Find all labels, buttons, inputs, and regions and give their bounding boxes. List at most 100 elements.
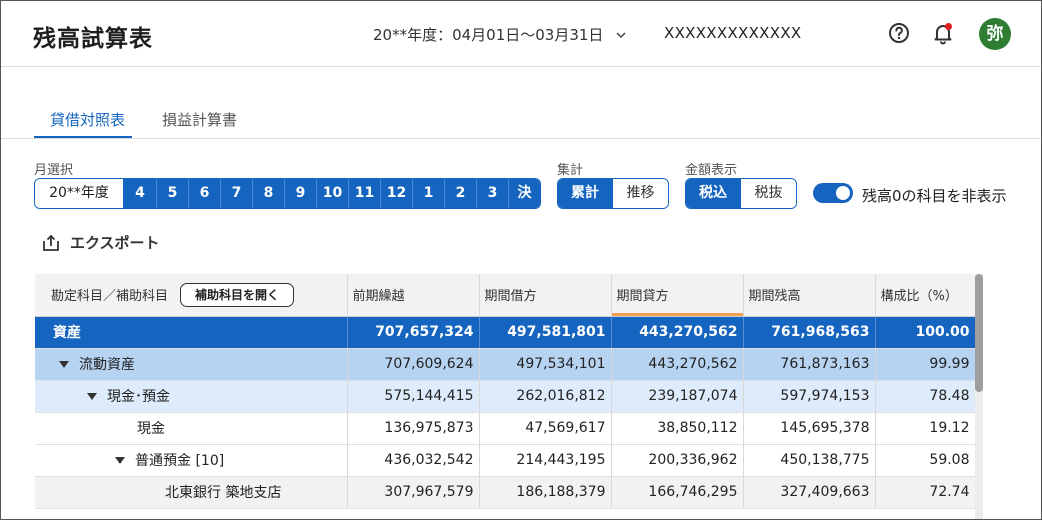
month-button-closing[interactable]: 決: [508, 179, 540, 208]
scrollbar-thumb[interactable]: [975, 274, 983, 392]
cell-debit: 214,443,195: [479, 444, 612, 477]
cell-opening: 707,657,324: [347, 316, 480, 349]
cell-credit: 443,270,562: [611, 316, 744, 349]
avatar[interactable]: 弥: [979, 18, 1011, 50]
chevron-down-icon: [616, 31, 626, 38]
month-button-10[interactable]: 10: [316, 179, 348, 208]
cell-balance: 327,409,663: [743, 476, 876, 509]
account-name: 現金: [35, 412, 348, 445]
month-button-4[interactable]: 4: [124, 179, 156, 208]
collapse-triangle-icon[interactable]: [115, 456, 125, 464]
table-row[interactable]: 資産 707,657,324 497,581,801 443,270,562 7…: [35, 316, 976, 349]
cell-ratio: 72.74: [875, 476, 976, 509]
table-row[interactable]: 北東銀行 築地支店 307,967,579 186,188,379 166,74…: [35, 476, 976, 509]
month-button-3[interactable]: 3: [476, 179, 508, 208]
cell-credit: 200,336,962: [611, 444, 744, 477]
column-header-balance[interactable]: 期間残高: [743, 274, 876, 317]
account-name: 流動資産: [79, 357, 135, 373]
fiscal-year-button[interactable]: 20**年度: [35, 179, 124, 208]
column-header-opening[interactable]: 前期繰越: [347, 274, 480, 317]
cell-ratio: 78.48: [875, 380, 976, 413]
cell-ratio: 59.08: [875, 444, 976, 477]
amount-display-toggle: 税込 税抜: [685, 178, 797, 209]
export-button[interactable]: エクスポート: [41, 232, 160, 253]
trend-button[interactable]: 推移: [612, 179, 668, 208]
help-icon[interactable]: [887, 21, 911, 45]
month-selector: 20**年度 4 5 6 7 8 9 10 11 12 1 2 3 決: [34, 178, 541, 209]
aggregate-label: 集計: [557, 163, 584, 178]
hide-zero-switch[interactable]: [813, 183, 853, 203]
cell-balance: 597,974,153: [743, 380, 876, 413]
table-row[interactable]: 普通預金 [10] 436,032,542 214,443,195 200,33…: [35, 444, 976, 477]
month-button-11[interactable]: 11: [348, 179, 380, 208]
period-label: 20**年度：04月01日〜03月31日: [373, 26, 604, 44]
table-row[interactable]: 流動資産 707,609,624 497,534,101 443,270,562…: [35, 348, 976, 381]
app-window: 残高試算表 20**年度：04月01日〜03月31日 XXXXXXXXXXXXX…: [0, 0, 1042, 520]
collapse-triangle-icon[interactable]: [59, 360, 69, 368]
month-button-5[interactable]: 5: [156, 179, 188, 208]
switch-knob: [836, 186, 850, 200]
account-column-label: 勘定科目／補助科目: [51, 289, 169, 305]
cumulative-button[interactable]: 累計: [558, 179, 612, 208]
table-header-row: 勘定科目／補助科目 補助科目を開く 前期繰越 期間借方 期間貸方 期間残高 構成…: [35, 274, 976, 317]
hide-zero-label: 残高0の科目を非表示: [862, 187, 1007, 205]
month-button-6[interactable]: 6: [188, 179, 220, 208]
account-name: 普通預金 [10]: [135, 453, 225, 469]
cell-opening: 436,032,542: [347, 444, 480, 477]
tax-excluded-button[interactable]: 税抜: [740, 179, 796, 208]
export-label: エクスポート: [70, 234, 160, 252]
company-name[interactable]: XXXXXXXXXXXXX: [664, 24, 802, 42]
month-button-1[interactable]: 1: [412, 179, 444, 208]
collapse-triangle-icon[interactable]: [87, 392, 97, 400]
cell-credit: 166,746,295: [611, 476, 744, 509]
month-select-label: 月選択: [34, 163, 74, 178]
column-header-ratio[interactable]: 構成比（%）: [875, 274, 976, 317]
tab-income-statement[interactable]: 損益計算書: [162, 109, 237, 140]
table-row[interactable]: 現金･預金 575,144,415 262,016,812 239,187,07…: [35, 380, 976, 413]
account-name-cell: 普通預金 [10]: [35, 444, 348, 477]
cell-debit: 497,534,101: [479, 348, 612, 381]
cell-debit: 47,569,617: [479, 412, 612, 445]
cell-credit: 443,270,562: [611, 348, 744, 381]
month-button-12[interactable]: 12: [380, 179, 412, 208]
cell-opening: 307,967,579: [347, 476, 480, 509]
account-name: 北東銀行 築地支店: [35, 476, 348, 509]
account-column-header: 勘定科目／補助科目 補助科目を開く: [35, 274, 348, 317]
column-header-credit[interactable]: 期間貸方: [611, 274, 744, 317]
cell-debit: 497,581,801: [479, 316, 612, 349]
account-name-cell: 現金･預金: [35, 380, 348, 413]
report-tabs: 貸借対照表 損益計算書: [1, 101, 1041, 139]
aggregate-toggle: 累計 推移: [557, 178, 669, 209]
cell-opening: 136,975,873: [347, 412, 480, 445]
account-name: 現金･預金: [107, 389, 170, 405]
cell-ratio: 99.99: [875, 348, 976, 381]
trial-balance-table: 勘定科目／補助科目 補助科目を開く 前期繰越 期間借方 期間貸方 期間残高 構成…: [35, 274, 976, 509]
cell-ratio: 100.00: [875, 316, 976, 349]
cell-credit: 38,850,112: [611, 412, 744, 445]
active-tab-indicator: [34, 136, 132, 138]
month-button-7[interactable]: 7: [220, 179, 252, 208]
cell-opening: 575,144,415: [347, 380, 480, 413]
cell-credit: 239,187,074: [611, 380, 744, 413]
export-icon: [43, 234, 59, 251]
tax-included-button[interactable]: 税込: [686, 179, 740, 208]
account-name: 資産: [35, 316, 348, 349]
app-header: 残高試算表 20**年度：04月01日〜03月31日 XXXXXXXXXXXXX…: [1, 1, 1041, 67]
cell-debit: 262,016,812: [479, 380, 612, 413]
cell-balance: 761,968,563: [743, 316, 876, 349]
cell-balance: 761,873,163: [743, 348, 876, 381]
open-sub-accounts-button[interactable]: 補助科目を開く: [180, 282, 295, 307]
page-title: 残高試算表: [33, 26, 153, 52]
cell-balance: 145,695,378: [743, 412, 876, 445]
cell-ratio: 19.12: [875, 412, 976, 445]
account-name-cell: 流動資産: [35, 348, 348, 381]
column-header-debit[interactable]: 期間借方: [479, 274, 612, 317]
table-scrollbar[interactable]: [975, 274, 983, 519]
table-row[interactable]: 現金 136,975,873 47,569,617 38,850,112 145…: [35, 412, 976, 445]
cell-balance: 450,138,775: [743, 444, 876, 477]
amount-display-label: 金額表示: [685, 163, 738, 178]
month-button-8[interactable]: 8: [252, 179, 284, 208]
month-button-2[interactable]: 2: [444, 179, 476, 208]
period-selector[interactable]: 20**年度：04月01日〜03月31日: [373, 24, 627, 45]
month-button-9[interactable]: 9: [284, 179, 316, 208]
